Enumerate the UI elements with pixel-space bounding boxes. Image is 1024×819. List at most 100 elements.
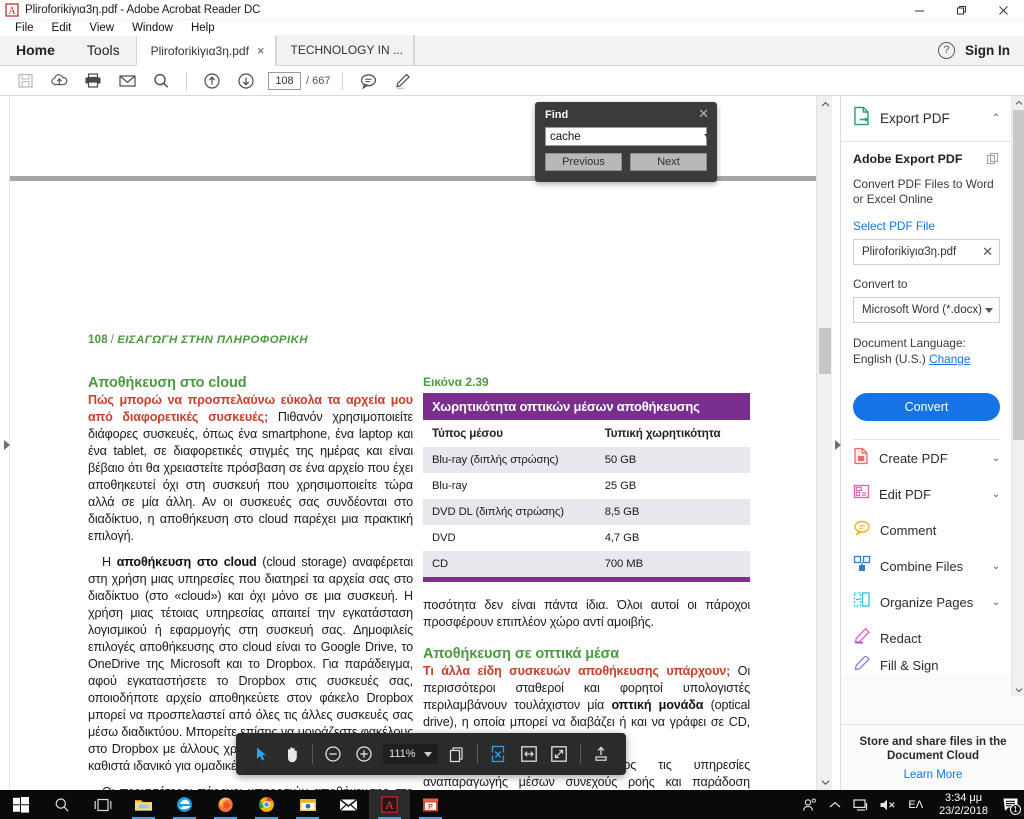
menu-help[interactable]: Help xyxy=(182,20,224,36)
table-row: Blu-ray (διπλής στρώσης) 50 GB xyxy=(423,447,750,473)
save-icon[interactable] xyxy=(8,66,42,96)
next-page-icon[interactable] xyxy=(229,66,263,96)
copy-icon[interactable] xyxy=(986,152,1000,171)
scroll-up-arrow[interactable] xyxy=(817,96,833,112)
fit-width-icon[interactable] xyxy=(514,738,545,770)
fullscreen-icon[interactable] xyxy=(544,738,575,770)
home-button[interactable]: Home xyxy=(0,35,71,65)
previous-page-icon[interactable] xyxy=(195,66,229,96)
tool-combine-files[interactable]: Combine Files ⌄ xyxy=(841,548,1012,584)
menu-edit[interactable]: Edit xyxy=(43,20,81,36)
chevron-down-icon[interactable]: ⌄ xyxy=(992,453,1000,464)
keyboard-layout-indicator[interactable]: ΕΛ xyxy=(900,799,931,811)
find-input-wrapper[interactable] xyxy=(545,127,712,146)
restore-button[interactable] xyxy=(940,0,982,20)
firefox-icon[interactable] xyxy=(205,790,246,819)
tool-organize-pages[interactable]: Organize Pages ⌄ xyxy=(841,584,1012,620)
share-icon[interactable] xyxy=(586,738,617,770)
tool-edit-pdf[interactable]: Edit PDF ⌄ xyxy=(841,476,1012,512)
learn-more-link[interactable]: Learn More xyxy=(904,769,963,781)
email-icon[interactable] xyxy=(110,66,144,96)
help-icon[interactable]: ? xyxy=(938,41,955,59)
tab-close-icon[interactable]: × xyxy=(257,44,265,57)
search-icon[interactable] xyxy=(41,790,82,819)
find-input[interactable] xyxy=(550,130,704,143)
print-icon[interactable] xyxy=(76,66,110,96)
chevron-up-icon[interactable] xyxy=(822,790,848,819)
chevron-down-icon[interactable] xyxy=(985,307,993,313)
highlight-pen-icon[interactable] xyxy=(385,66,419,96)
menu-view[interactable]: View xyxy=(80,20,123,36)
clear-file-icon[interactable]: ✕ xyxy=(982,244,993,260)
comment-icon[interactable] xyxy=(351,66,385,96)
tab-pliroforiki[interactable]: Pliroforikiγια3η.pdf × xyxy=(135,36,276,66)
tool-fill-and-sign[interactable]: Fill & Sign xyxy=(841,656,1012,674)
select-arrow-icon[interactable] xyxy=(246,738,277,770)
acrobat-icon[interactable]: A xyxy=(369,790,410,819)
para2-pre: Η xyxy=(102,555,117,569)
network-icon[interactable] xyxy=(848,790,874,819)
document-viewport[interactable]: 108/ΕΙΣΑΓΩΓΗ ΣΤΗΝ ΠΛΗΡΟΦΟΡΙΚΗ Αποθήκευση… xyxy=(0,96,836,790)
page-number-input[interactable]: 108 xyxy=(268,71,301,90)
internet-explorer-icon[interactable] xyxy=(164,790,205,819)
hand-tool-icon[interactable] xyxy=(277,738,308,770)
change-language-link[interactable]: Change xyxy=(929,352,970,366)
scrollbar-thumb[interactable] xyxy=(819,328,831,374)
scroll-down-arrow[interactable] xyxy=(817,774,833,790)
notification-icon[interactable]: 1 xyxy=(996,790,1024,819)
right-panel-scrollbar[interactable] xyxy=(1011,96,1024,696)
chevron-up-icon[interactable]: ⌃ xyxy=(992,113,1000,124)
table-title: Χωρητικότητα οπτικών μέσων αποθήκευσης xyxy=(423,393,750,420)
find-previous-button[interactable]: Previous xyxy=(545,153,622,171)
zoom-level-selector[interactable]: 111% xyxy=(383,744,438,764)
tool-label: Fill & Sign xyxy=(880,657,939,673)
navigation-pane-toggle[interactable] xyxy=(1,438,13,452)
find-close-icon[interactable]: ✕ xyxy=(698,107,709,120)
tool-comment[interactable]: Comment xyxy=(841,512,1012,548)
scroll-down-arrow[interactable] xyxy=(1012,683,1024,696)
tool-create-pdf[interactable]: Create PDF ⌄ xyxy=(841,440,1012,476)
upload-cloud-icon[interactable] xyxy=(42,66,76,96)
search-icon[interactable] xyxy=(144,66,178,96)
outlook-icon[interactable] xyxy=(287,790,328,819)
select-pdf-file-label[interactable]: Select PDF File xyxy=(853,219,1000,233)
fit-page-icon[interactable] xyxy=(483,738,514,770)
zoom-in-icon[interactable] xyxy=(349,738,380,770)
section-heading-cloud-storage: Αποθήκευση στο cloud xyxy=(88,375,247,391)
tool-label: Edit PDF xyxy=(879,486,932,502)
powerpoint-icon[interactable]: P xyxy=(410,790,451,819)
chevron-down-icon[interactable] xyxy=(423,751,432,757)
minimize-button[interactable] xyxy=(898,0,940,20)
close-button[interactable] xyxy=(982,0,1024,20)
start-icon[interactable] xyxy=(0,790,41,819)
chevron-down-icon[interactable] xyxy=(704,134,712,139)
people-icon[interactable] xyxy=(796,790,822,819)
clock[interactable]: 3:34 μμ 23/2/2018 xyxy=(931,792,996,818)
find-next-button[interactable]: Next xyxy=(630,153,707,171)
tool-redact[interactable]: Redact xyxy=(841,620,1012,656)
chrome-icon[interactable] xyxy=(246,790,287,819)
chevron-down-icon[interactable]: ⌄ xyxy=(992,561,1000,572)
menu-file[interactable]: File xyxy=(6,20,43,36)
page-display-icon[interactable] xyxy=(442,738,473,770)
convert-to-select[interactable]: Microsoft Word (*.docx) xyxy=(853,297,1000,323)
mail-icon[interactable] xyxy=(328,790,369,819)
tools-button[interactable]: Tools xyxy=(71,35,136,65)
file-explorer-icon[interactable] xyxy=(123,790,164,819)
document-vertical-scrollbar[interactable] xyxy=(816,96,832,790)
zoom-out-icon[interactable] xyxy=(318,738,349,770)
convert-button[interactable]: Convert xyxy=(853,393,1000,421)
task-view-icon[interactable] xyxy=(82,790,123,819)
chevron-down-icon[interactable]: ⌄ xyxy=(992,489,1000,500)
export-pdf-header[interactable]: Export PDF ⌃ xyxy=(841,96,1012,142)
tab-technology-in[interactable]: TECHNOLOGY IN ... xyxy=(275,35,414,65)
scroll-up-arrow[interactable] xyxy=(1012,96,1024,109)
selected-file-field[interactable]: Pliroforikiγια3η.pdf ✕ xyxy=(853,239,1000,265)
sign-in-button[interactable]: Sign In xyxy=(965,43,1010,58)
chevron-down-icon[interactable]: ⌄ xyxy=(992,597,1000,608)
right-pane-toggle[interactable] xyxy=(832,438,844,452)
scrollbar-thumb[interactable] xyxy=(1013,110,1024,440)
page-number-label: 108 xyxy=(88,334,108,346)
volume-muted-icon[interactable] xyxy=(874,790,900,819)
menu-window[interactable]: Window xyxy=(123,20,182,36)
